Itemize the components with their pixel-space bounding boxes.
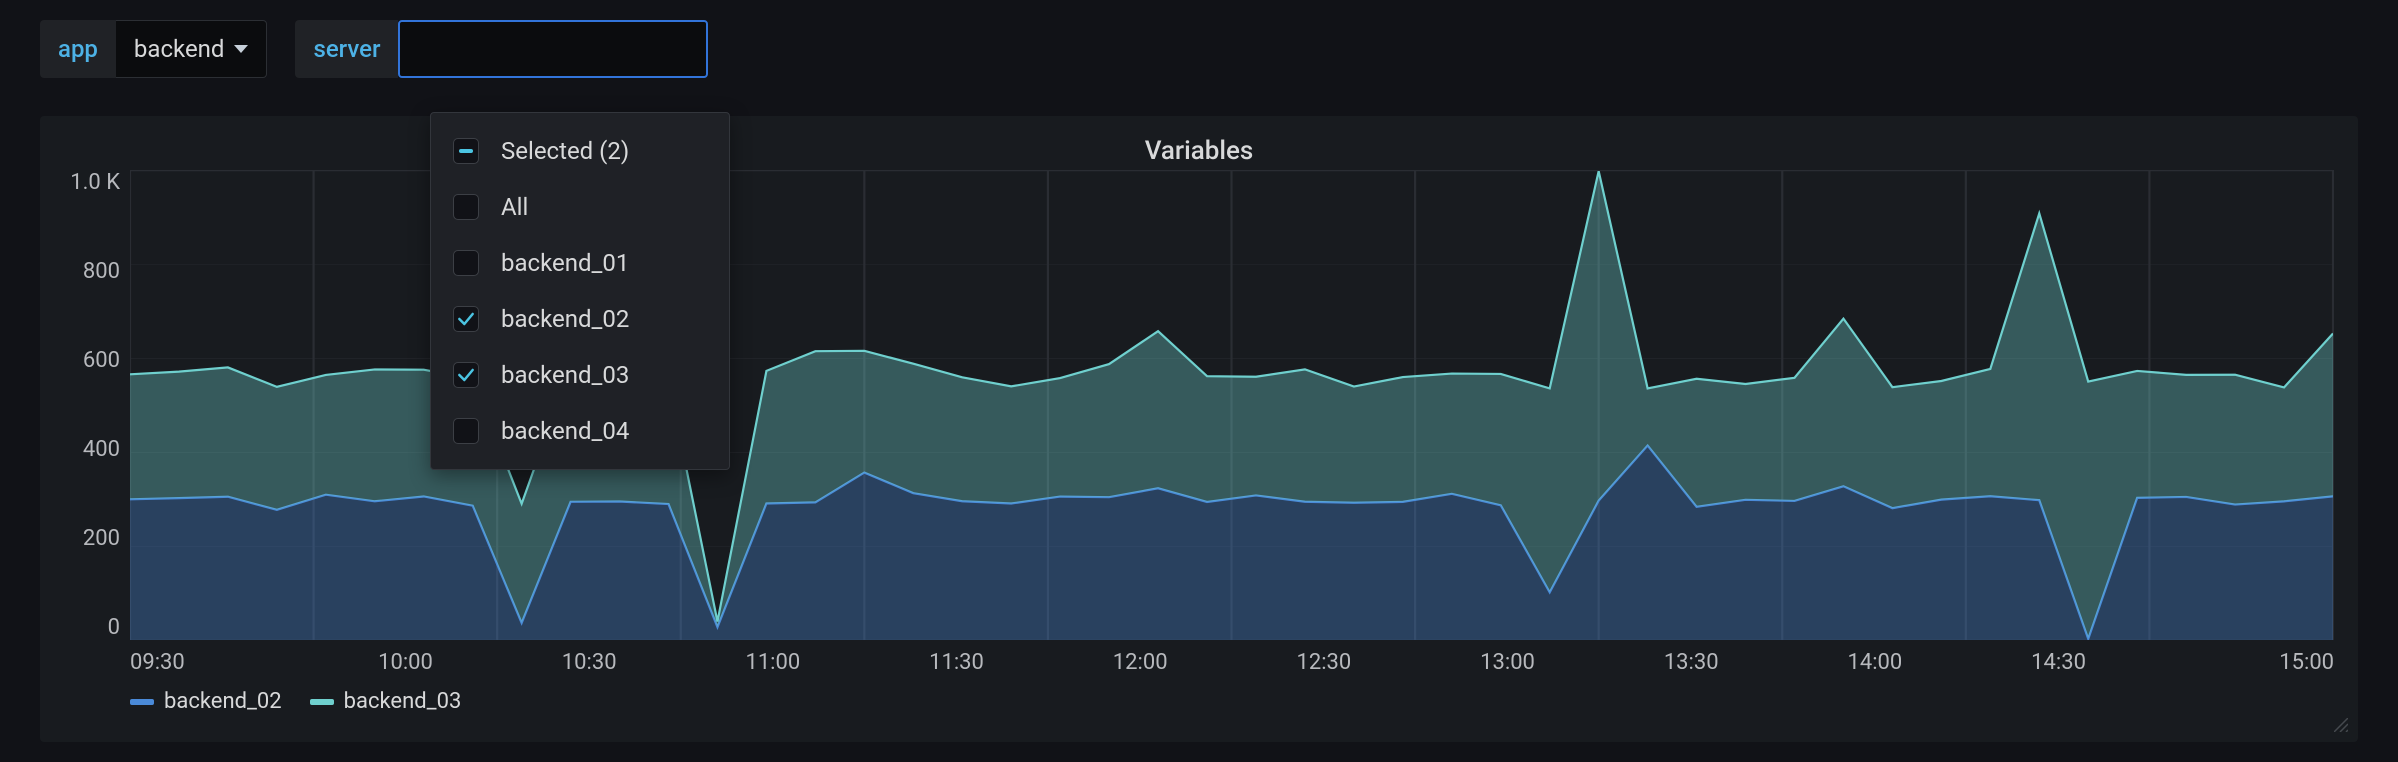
- checkbox-checked-icon: [453, 362, 479, 388]
- legend-item[interactable]: backend_02: [130, 689, 282, 714]
- y-tick: 800: [83, 259, 120, 284]
- dropdown-option[interactable]: backend_02: [431, 291, 729, 347]
- y-tick: 0: [108, 615, 120, 640]
- variable-server-label: server: [295, 20, 398, 78]
- dropdown-selected-header[interactable]: Selected (2): [431, 123, 729, 179]
- dropdown-option[interactable]: backend_03: [431, 347, 729, 403]
- x-tick: 10:00: [314, 650, 498, 675]
- x-tick: 11:30: [865, 650, 1049, 675]
- dropdown-option[interactable]: backend_01: [431, 235, 729, 291]
- variable-app-value-text: backend: [134, 35, 225, 63]
- dropdown-option-label: backend_03: [501, 361, 629, 389]
- checkbox-unchecked-icon: [453, 250, 479, 276]
- chevron-down-icon: [234, 45, 248, 53]
- x-tick: 14:00: [1783, 650, 1967, 675]
- x-tick: 09:30: [130, 650, 314, 675]
- dropdown-option[interactable]: All: [431, 179, 729, 235]
- y-tick: 1.0 K: [70, 170, 120, 195]
- legend-swatch: [130, 699, 154, 705]
- x-tick: 12:00: [1048, 650, 1232, 675]
- server-dropdown: Selected (2) All backend_01 backend_02back…: [430, 112, 730, 470]
- y-tick: 400: [83, 437, 120, 462]
- variable-server: server: [295, 20, 708, 78]
- x-tick: 14:30: [1967, 650, 2151, 675]
- dropdown-option[interactable]: backend_04: [431, 403, 729, 459]
- legend-label: backend_02: [164, 689, 282, 714]
- dropdown-header-label: Selected (2): [501, 137, 629, 165]
- x-tick: 11:00: [681, 650, 865, 675]
- x-axis: 09:3010:0010:3011:0011:3012:0012:3013:00…: [130, 640, 2334, 675]
- legend-item[interactable]: backend_03: [310, 689, 462, 714]
- chart-area: 1.0 K 800 600 400 200 0: [64, 170, 2334, 640]
- variable-app: app backend: [40, 20, 267, 78]
- variable-app-label: app: [40, 20, 116, 78]
- x-tick: 15:00: [2150, 650, 2334, 675]
- legend-swatch: [310, 699, 334, 705]
- dropdown-option-label: All: [501, 193, 528, 221]
- resize-handle-icon[interactable]: [2334, 718, 2348, 732]
- legend-label: backend_03: [344, 689, 462, 714]
- chart-legend: backend_02 backend_03: [130, 675, 2334, 714]
- chart-panel: Variables 1.0 K8006004002000 09:3010:001…: [40, 116, 2358, 742]
- variable-server-input[interactable]: [398, 20, 708, 78]
- checkbox-indeterminate-icon: [453, 138, 479, 164]
- dropdown-option-label: backend_01: [501, 249, 629, 277]
- variable-app-value[interactable]: backend: [116, 20, 268, 78]
- dropdown-option-label: backend_02: [501, 305, 629, 333]
- checkbox-checked-icon: [453, 306, 479, 332]
- x-tick: 10:30: [497, 650, 681, 675]
- y-axis: 1.0 K 800 600 400 200 0: [64, 170, 130, 640]
- checkbox-unchecked-icon: [453, 194, 479, 220]
- checkbox-unchecked-icon: [453, 418, 479, 444]
- x-tick: 13:30: [1599, 650, 1783, 675]
- y-tick: 200: [83, 526, 120, 551]
- dropdown-option-label: backend_04: [501, 417, 629, 445]
- y-tick: 600: [83, 348, 120, 373]
- panel-title: Variables: [64, 136, 2334, 166]
- x-tick: 12:30: [1232, 650, 1416, 675]
- variable-bar: app backend server Selected (2) Allbacke…: [0, 20, 2398, 78]
- x-tick: 13:00: [1416, 650, 1600, 675]
